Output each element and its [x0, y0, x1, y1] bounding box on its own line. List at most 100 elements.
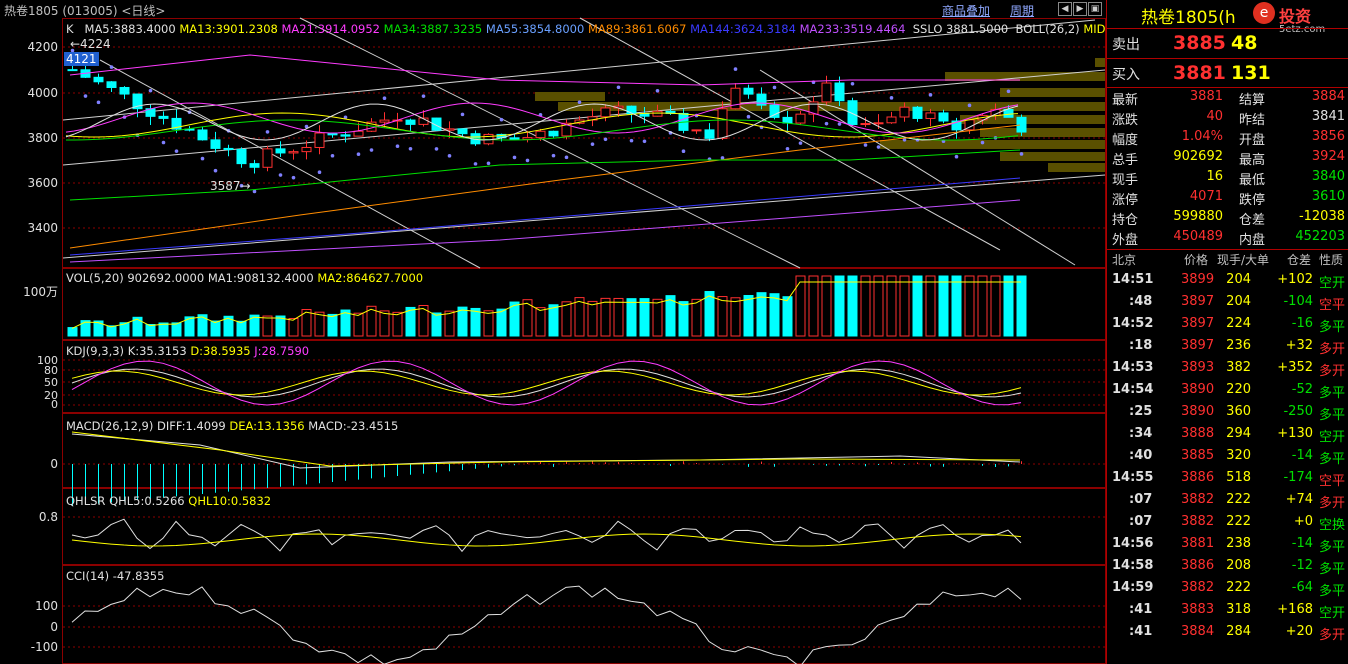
tick-price: 3885 [1181, 448, 1215, 463]
volume-profile-bar [1000, 88, 1105, 97]
candle-body [899, 106, 910, 118]
tick-volume: 208 [1226, 558, 1251, 573]
ma233-value: MA233:3519.4464 [799, 22, 906, 36]
period-button[interactable]: 周期 [1010, 2, 1034, 19]
tick-type: 多开 [1319, 342, 1346, 357]
overlay-button[interactable]: 商品叠加 [942, 2, 990, 19]
tick-time: 14:51 [1112, 272, 1154, 287]
candle-body [704, 129, 715, 139]
tick-list[interactable]: 14:51 3899 204 +102 空开:48 3897 204 -104 … [1107, 272, 1348, 662]
kdj-k: K:35.3153 [127, 344, 187, 358]
tick-row[interactable]: 14:55 3886 518 -174 空平 [1107, 470, 1348, 492]
tick-oi-change: +20 [1285, 624, 1313, 639]
qhl5-value: QHL5:0.5266 [109, 494, 185, 508]
tick-oi-change: -16 [1291, 316, 1313, 331]
tick-oi-change: -64 [1291, 580, 1313, 595]
volume-bar [899, 275, 910, 337]
volume-bar [769, 293, 780, 337]
candle-body [600, 107, 611, 118]
tick-row[interactable]: :34 3888 294 +130 空开 [1107, 426, 1348, 448]
volume-bar [353, 312, 364, 337]
volume-bar [847, 275, 858, 337]
tick-row[interactable]: :41 3883 318 +168 空开 [1107, 602, 1348, 624]
tick-volume: 284 [1226, 624, 1251, 639]
sar-dot [590, 142, 595, 146]
volume-bar [587, 300, 598, 337]
tick-volume: 204 [1226, 272, 1251, 287]
prev-icon[interactable]: ◀ [1058, 2, 1072, 16]
volume-profile-bar [980, 128, 1105, 137]
price-tick: 3600 [27, 176, 58, 190]
sar-dot [395, 144, 400, 149]
tick-volume: 360 [1226, 404, 1251, 419]
volume-bar [925, 275, 936, 337]
volume-bar [990, 275, 1001, 337]
volume-bar [67, 327, 78, 337]
volume-bar [821, 275, 832, 337]
stat-value: 16 [1206, 169, 1223, 184]
volume-bar [392, 311, 403, 337]
volume-bar [314, 311, 325, 337]
tick-row[interactable]: :25 3890 360 -250 多平 [1107, 404, 1348, 426]
tick-time: 14:59 [1112, 580, 1154, 595]
tick-type: 多平 [1319, 408, 1346, 423]
volume-bar [730, 297, 741, 337]
tick-row[interactable]: :18 3897 236 +32 多开 [1107, 338, 1348, 360]
tick-row[interactable]: 14:51 3899 204 +102 空开 [1107, 272, 1348, 294]
tick-row[interactable]: :41 3884 284 +20 多开 [1107, 624, 1348, 646]
stat-label: 跌停 [1239, 193, 1266, 208]
tick-volume: 238 [1226, 536, 1251, 551]
candle-body [548, 130, 559, 137]
sar-dot [369, 148, 374, 152]
tick-row[interactable]: 14:58 3886 208 -12 多平 [1107, 558, 1348, 580]
stat-value: -12038 [1298, 209, 1345, 224]
sar-dot [837, 122, 842, 126]
volume-bar [652, 298, 663, 337]
tick-type: 多开 [1319, 364, 1346, 379]
tick-price: 3886 [1181, 558, 1215, 573]
cci-tick: 100 [35, 599, 58, 613]
tick-price: 3890 [1181, 404, 1215, 419]
tick-type: 空平 [1319, 474, 1346, 489]
stat-label: 现手 [1112, 173, 1139, 188]
volume-bar [977, 275, 988, 337]
macd-label: MACD(26,12,9) [66, 419, 154, 433]
tick-row[interactable]: :07 3882 222 +0 空换 [1107, 514, 1348, 536]
tick-row[interactable]: 14:59 3882 222 -64 多平 [1107, 580, 1348, 602]
sar-dot [434, 147, 439, 151]
stat-value: 3840 [1311, 169, 1345, 184]
tick-row[interactable]: :40 3885 320 -14 多平 [1107, 448, 1348, 470]
tick-row[interactable]: 14:54 3890 220 -52 多平 [1107, 382, 1348, 404]
sar-dot [564, 155, 569, 160]
low-marker: 3587→ [210, 179, 251, 193]
sar-dot [96, 100, 101, 105]
sar-dot [317, 170, 322, 175]
tick-row[interactable]: :07 3882 222 +74 多开 [1107, 492, 1348, 514]
tick-row[interactable]: 14:56 3881 238 -14 多平 [1107, 536, 1348, 558]
tick-price: 3897 [1181, 338, 1215, 353]
volume-bar [639, 298, 650, 337]
tick-col-vol: 现手/大单 [1217, 253, 1270, 267]
expand-icon[interactable]: ▣ [1088, 2, 1102, 16]
candle-body [262, 148, 273, 168]
tick-time: 14:52 [1112, 316, 1154, 331]
volume-bar [613, 297, 624, 337]
volume-bar [171, 322, 182, 337]
kline-chart[interactable] [0, 0, 1106, 664]
tick-time: 14:53 [1112, 360, 1154, 375]
tick-type: 多开 [1319, 628, 1346, 643]
stat-value: 1.04% [1181, 129, 1223, 144]
stat-row: 涨停 4071 跌停 3610 [1107, 189, 1348, 209]
next-icon[interactable]: ▶ [1073, 2, 1087, 16]
kdj-d-line [71, 370, 1022, 396]
macd-legend: MACD(26,12,9) DIFF:1.4099 DEA:13.1356 MA… [66, 419, 398, 433]
stat-value: 4071 [1189, 189, 1223, 204]
tick-oi-change: +168 [1277, 602, 1313, 617]
tick-row[interactable]: 14:52 3897 224 -16 多平 [1107, 316, 1348, 338]
sar-dot [460, 112, 465, 117]
volume-bar [1003, 275, 1014, 337]
tick-row[interactable]: :48 3897 204 -104 空平 [1107, 294, 1348, 316]
vol-axis: 100万 [23, 285, 58, 299]
volume-bar [860, 275, 871, 337]
tick-row[interactable]: 14:53 3893 382 +352 多开 [1107, 360, 1348, 382]
